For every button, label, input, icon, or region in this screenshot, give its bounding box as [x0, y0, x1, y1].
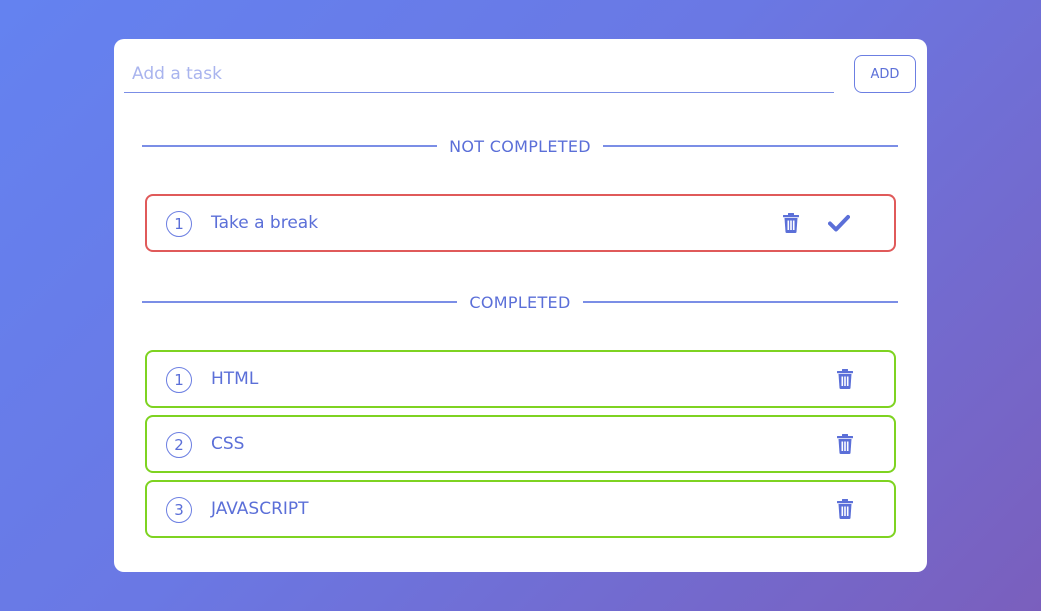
not-completed-heading: NOT COMPLETED	[449, 136, 591, 156]
task-label: JAVASCRIPT	[211, 499, 309, 519]
divider-line	[142, 145, 438, 147]
trash-icon[interactable]	[834, 498, 856, 520]
completed-task-item: 2 CSS	[145, 415, 896, 473]
completed-divider: COMPLETED	[142, 290, 898, 314]
task-number-badge: 1	[166, 367, 192, 393]
completed-task-item: 1 HTML	[145, 350, 896, 408]
add-button[interactable]: ADD	[854, 55, 916, 93]
pending-task-item: 1 Take a break	[145, 194, 896, 252]
divider-line	[582, 301, 898, 303]
add-task-row: ADD	[124, 55, 917, 95]
task-number-badge: 3	[166, 497, 192, 523]
trash-icon[interactable]	[834, 433, 856, 455]
trash-icon[interactable]	[780, 212, 802, 234]
trash-icon[interactable]	[834, 368, 856, 390]
divider-line	[142, 301, 458, 303]
todo-card: ADD NOT COMPLETED 1 Take a break	[114, 39, 927, 572]
task-number-badge: 1	[166, 211, 192, 237]
divider-line	[602, 145, 898, 147]
check-icon[interactable]	[828, 212, 850, 234]
task-label: Take a break	[211, 213, 319, 233]
task-label: HTML	[211, 369, 259, 389]
completed-heading: COMPLETED	[469, 292, 571, 312]
not-completed-divider: NOT COMPLETED	[142, 134, 898, 158]
completed-task-item: 3 JAVASCRIPT	[145, 480, 896, 538]
task-number-badge: 2	[166, 432, 192, 458]
task-label: CSS	[211, 434, 245, 454]
add-task-input[interactable]	[124, 55, 834, 93]
